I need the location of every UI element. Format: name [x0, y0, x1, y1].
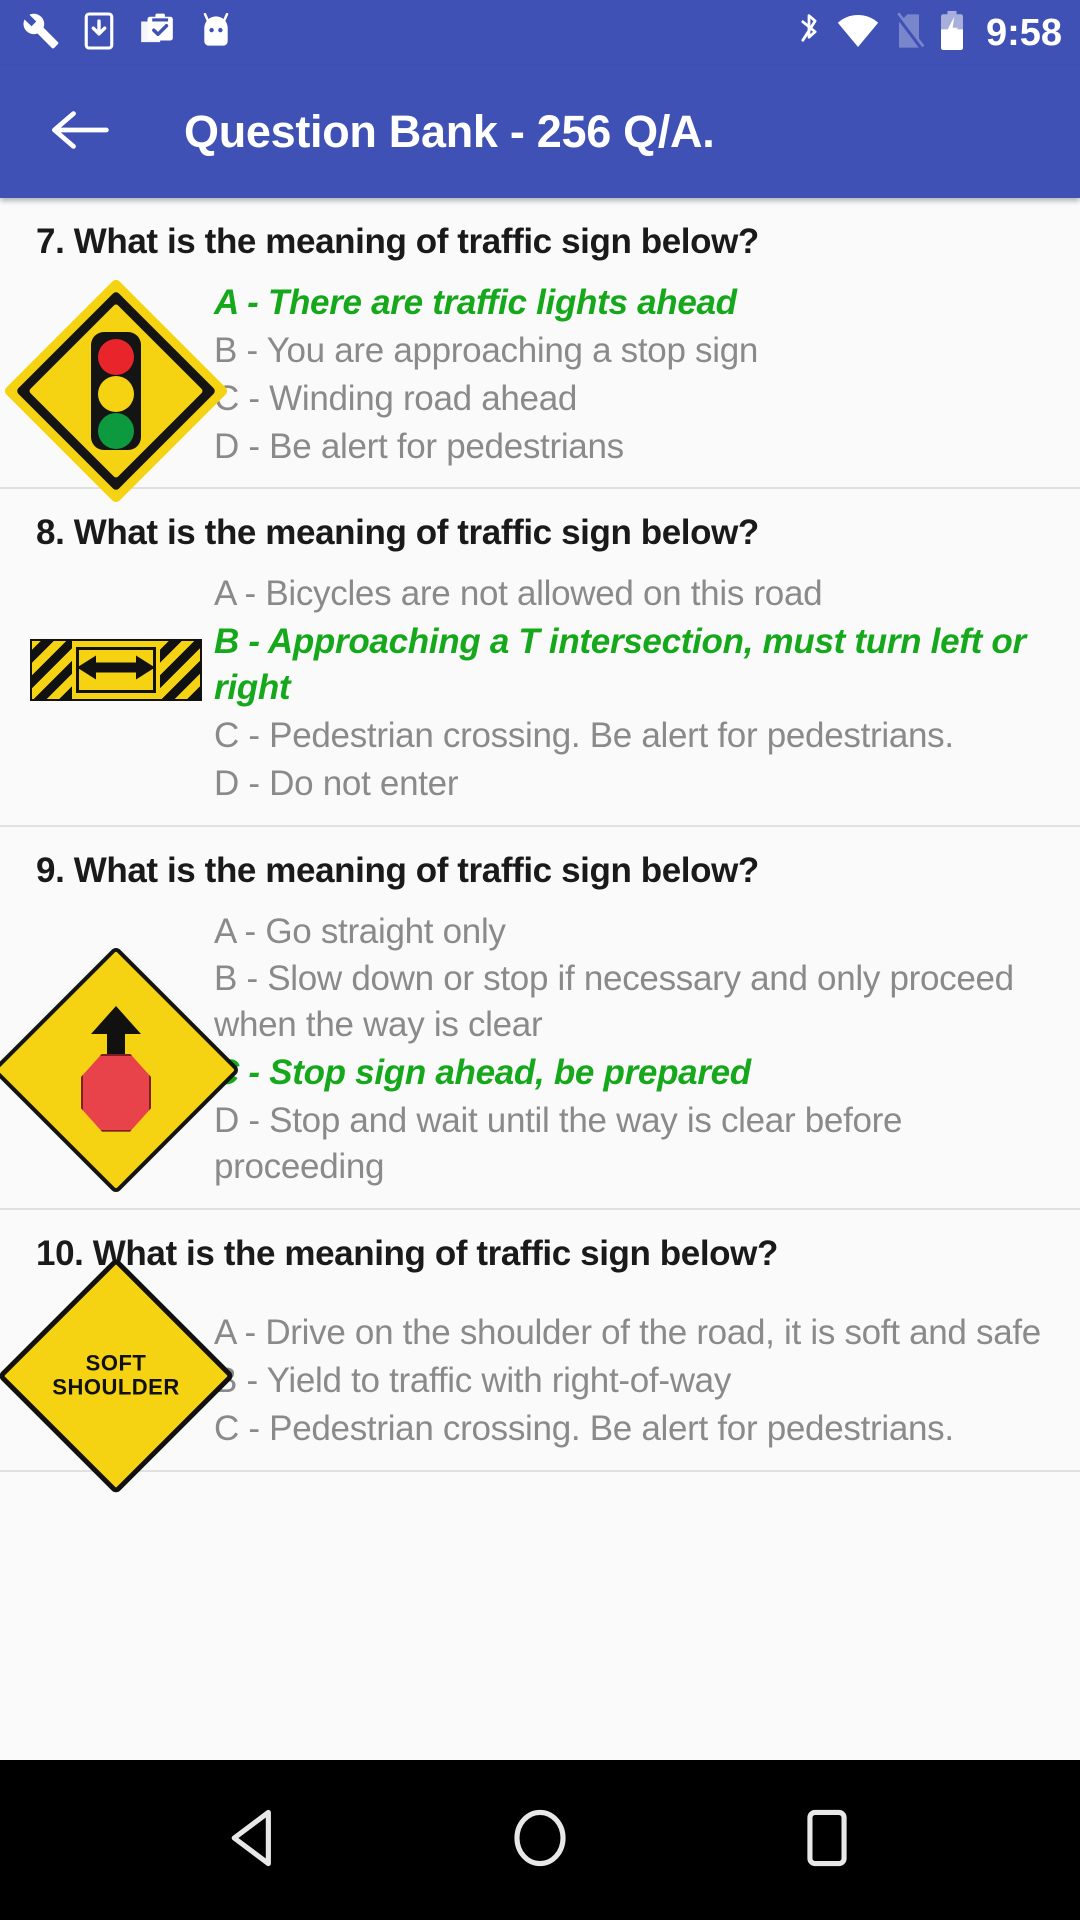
question-prompt: 10. What is the meaning of traffic sign … — [36, 1233, 778, 1273]
wrench-icon — [22, 12, 60, 55]
question-prompt: 9. What is the meaning of traffic sign b… — [36, 850, 759, 890]
system-navigation-bar — [0, 1760, 1080, 1920]
question-list[interactable]: 7. What is the meaning of traffic sign b… — [0, 198, 1080, 1760]
status-bar-right-icons: 9:58 — [796, 10, 1062, 57]
answer-list: A - Go straight only B - Slow down or st… — [214, 909, 1062, 1192]
answer-option-a[interactable]: A - Drive on the shoulder of the road, i… — [214, 1310, 1048, 1356]
bluetooth-icon — [796, 11, 822, 56]
traffic-light-red — [98, 339, 134, 376]
status-bar-left-icons — [22, 11, 234, 55]
question-item-10[interactable]: 10. What is the meaning of traffic sign … — [0, 1209, 1080, 1495]
status-bar: 9:58 — [0, 0, 1080, 66]
app-bar: Question Bank - 256 Q/A. — [0, 66, 1080, 198]
page-title: Question Bank - 256 Q/A. — [184, 106, 715, 157]
question-item-7[interactable]: 7. What is the meaning of traffic sign b… — [0, 198, 1080, 505]
answer-option-a[interactable]: A - Go straight only — [214, 909, 1048, 955]
wifi-icon — [836, 12, 880, 55]
question-prompt: 8. What is the meaning of traffic sign b… — [36, 513, 759, 553]
phone-download-icon — [82, 11, 116, 55]
sign-image-stop-ahead — [0, 909, 241, 1195]
answer-option-b[interactable]: B - Approaching a T intersection, must t… — [214, 619, 1048, 711]
traffic-light-yellow — [98, 376, 134, 413]
question-prompt: 7. What is the meaning of traffic sign b… — [36, 222, 759, 261]
answer-option-a[interactable]: A - Bicycles are not allowed on this roa… — [214, 571, 1048, 617]
nav-recents-button[interactable] — [767, 1780, 887, 1900]
nav-back-button[interactable] — [193, 1780, 313, 1900]
soft-shoulder-line2: SHOULDER — [52, 1374, 180, 1400]
home-circle-icon — [511, 1809, 569, 1872]
answer-list: A - Drive on the shoulder of the road, i… — [214, 1310, 1062, 1454]
status-bar-clock: 9:58 — [985, 12, 1062, 54]
answer-option-c[interactable]: C - Pedestrian crossing. Be alert for pe… — [214, 713, 1048, 759]
no-sim-icon — [894, 11, 925, 56]
answer-option-d[interactable]: D - Stop and wait until the way is clear… — [214, 1098, 1048, 1190]
clipboard-check-icon — [138, 12, 176, 55]
recents-square-icon — [804, 1809, 850, 1872]
answer-option-a[interactable]: A - There are traffic lights ahead — [214, 280, 1048, 326]
sign-image-t-intersection — [18, 571, 214, 808]
traffic-light-green — [98, 413, 134, 450]
back-triangle-icon — [227, 1809, 279, 1872]
answer-option-b[interactable]: B - Yield to traffic with right-of-way — [214, 1358, 1048, 1404]
answer-option-c[interactable]: C - Pedestrian crossing. Be alert for pe… — [214, 1406, 1048, 1452]
nav-home-button[interactable] — [480, 1780, 600, 1900]
answer-option-d[interactable]: D - Be alert for pedestrians — [214, 424, 1048, 470]
sign-image-traffic-light — [2, 278, 230, 505]
answer-option-d[interactable]: D - Do not enter — [214, 761, 1048, 807]
soft-shoulder-line1: SOFT — [85, 1350, 147, 1376]
double-arrow-icon — [77, 652, 155, 687]
answer-list: A - Bicycles are not allowed on this roa… — [214, 571, 1062, 808]
answer-option-c[interactable]: C - Stop sign ahead, be prepared — [214, 1050, 1048, 1096]
arrow-left-icon — [48, 107, 110, 158]
question-item-9[interactable]: 9. What is the meaning of traffic sign b… — [0, 826, 1080, 1210]
android-bugdroid-icon — [198, 12, 234, 55]
answer-list: A - There are traffic lights ahead B - Y… — [214, 280, 1062, 471]
answer-option-b[interactable]: B - You are approaching a stop sign — [214, 328, 1048, 374]
answer-option-c[interactable]: C - Winding road ahead — [214, 376, 1048, 422]
battery-charging-icon — [938, 10, 966, 57]
sign-image-soft-shoulder: SOFT SHOULDER — [0, 1256, 235, 1495]
back-button[interactable] — [44, 97, 114, 167]
answer-option-b[interactable]: B - Slow down or stop if necessary and o… — [214, 956, 1048, 1048]
question-item-8[interactable]: 8. What is the meaning of traffic sign b… — [0, 489, 1080, 827]
